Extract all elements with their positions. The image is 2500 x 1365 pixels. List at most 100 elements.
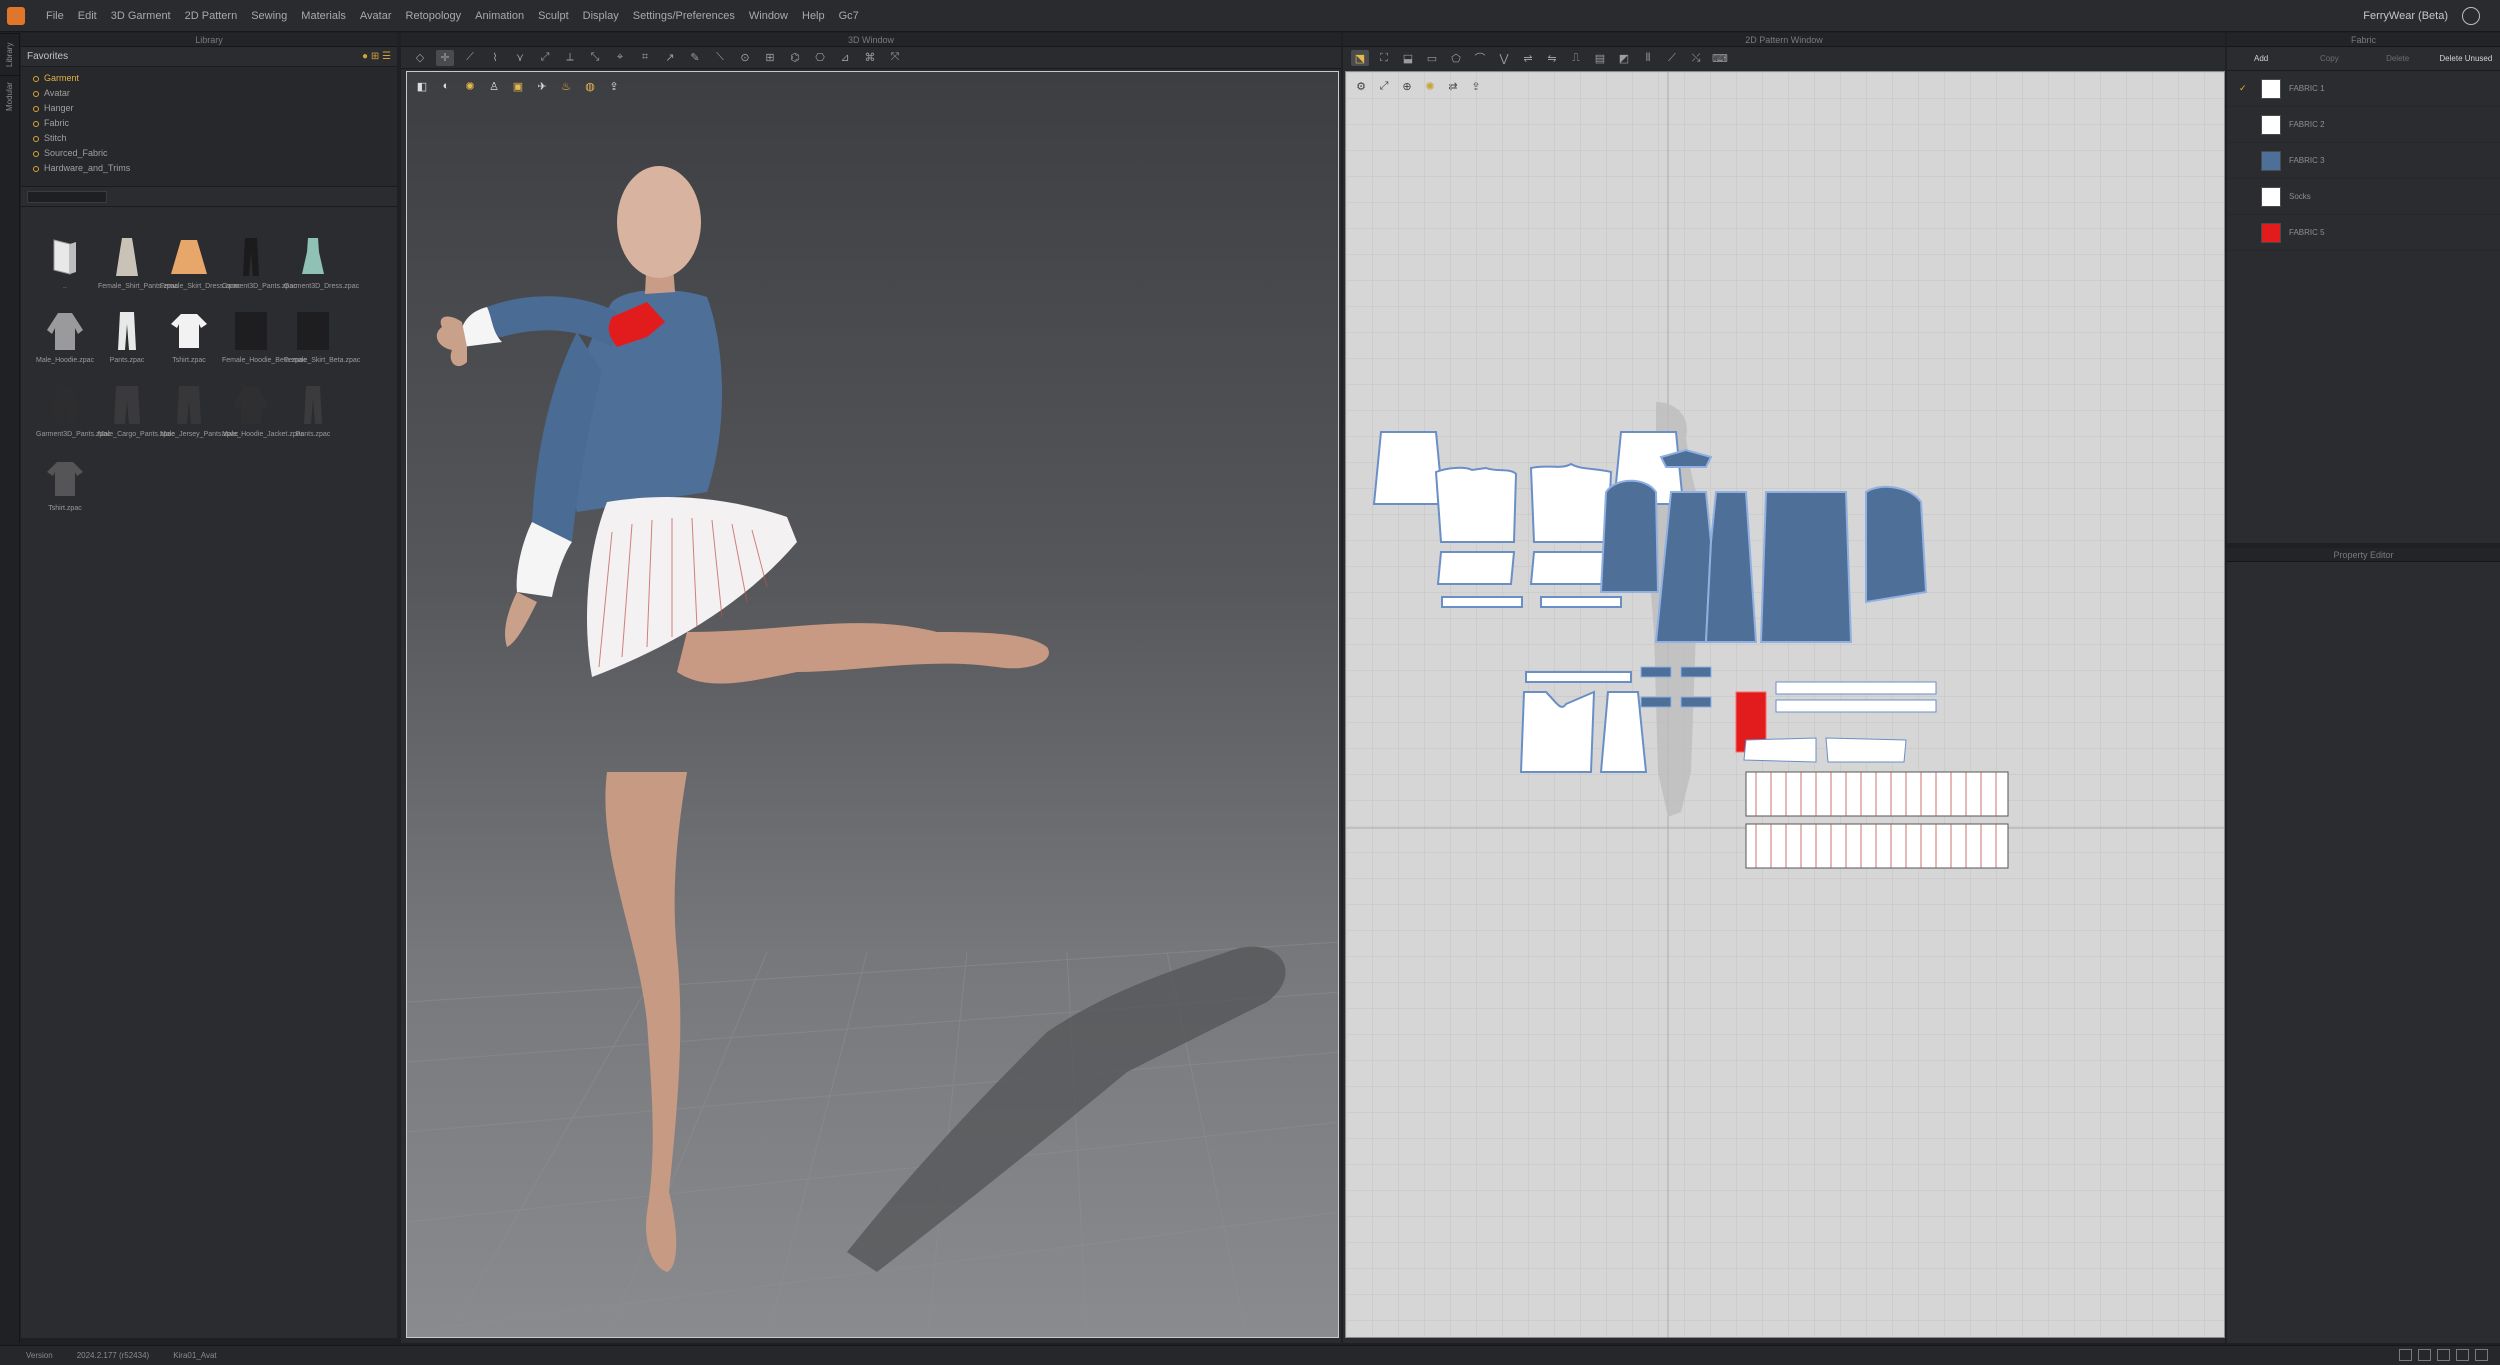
fabric-row[interactable]: FABRIC 5 (2227, 215, 2500, 251)
2d-viewport[interactable]: ⚙ ⤢ ⊕ ✺ ⇄ ⇪ (1345, 71, 2225, 1338)
2d-pleat-icon[interactable]: ⦀ (1639, 50, 1657, 66)
move-tool-icon[interactable]: ✛ (436, 49, 454, 66)
layout-icon[interactable] (2437, 1349, 2450, 1361)
library-item[interactable]: Male_Cargo_Pants.zpac (97, 383, 175, 439)
tree-item-avatar[interactable]: Avatar (33, 86, 397, 101)
2d-transform-icon[interactable]: ⬓ (1399, 50, 1417, 66)
library-item[interactable]: Pants.zpac (97, 309, 157, 365)
flatten-tool-icon[interactable]: ⋎ (511, 50, 529, 66)
menu-animation[interactable]: Animation (475, 10, 524, 22)
menu-avatar[interactable]: Avatar (360, 10, 392, 22)
menu-retopology[interactable]: Retopology (406, 10, 462, 22)
layout-icon[interactable] (2399, 1349, 2412, 1361)
layout-icon[interactable] (2475, 1349, 2488, 1361)
library-item[interactable]: Tshirt.zpac (35, 457, 95, 513)
fabric-row[interactable]: FABRIC 3 (2227, 143, 2500, 179)
menu-display[interactable]: Display (583, 10, 619, 22)
library-item[interactable]: Garment3D_Pants.zpac (221, 235, 297, 291)
select-tool-icon[interactable]: ◇ (411, 50, 429, 66)
2d-measure-icon[interactable]: ⤯ (1687, 50, 1705, 66)
library-item[interactable]: Female_Skirt_Dress.zpac (159, 235, 240, 291)
layout-icon[interactable] (2456, 1349, 2469, 1361)
library-item[interactable]: Female_Shirt_Pants.zpac (97, 235, 178, 291)
menu-window[interactable]: Window (749, 10, 788, 22)
gizmo-tool-icon[interactable]: ⤧ (886, 50, 904, 66)
2d-dart-icon[interactable]: ⋁ (1495, 50, 1513, 66)
arrange-tool-icon[interactable]: ⤢ (536, 50, 554, 66)
folder-icon (33, 120, 39, 127)
fabric-list: ✓ FABRIC 1 FABRIC 2 FABRIC 3 Socks FABRIC 5 (2227, 71, 2500, 251)
texture-tool-icon[interactable]: ⌘ (861, 50, 879, 66)
3d-viewport[interactable]: ◧ ◐ ✺ ♙ ▣ ✈ ♨ ◍ ⇪ (406, 71, 1339, 1338)
library-item[interactable]: Male_Jersey_Pants.zpac (159, 383, 238, 439)
2d-texture-icon[interactable]: ▤ (1591, 50, 1609, 66)
tree-item-fabric[interactable]: Fabric (33, 116, 397, 131)
menu-file[interactable]: File (46, 10, 64, 22)
library-search-input[interactable] (27, 191, 107, 203)
library-item[interactable]: Garment3D_Pants.zpac (35, 383, 111, 439)
hanger-tool-icon[interactable]: ⊿ (836, 50, 854, 66)
favorites-row[interactable]: Favorites ● ⊞ ☰ (21, 47, 397, 67)
tree-item-hardware[interactable]: Hardware_and_Trims (33, 161, 397, 176)
sew-tool-icon[interactable]: ⟂ (561, 50, 579, 66)
tab-modular-config[interactable]: Modular Config (0, 75, 34, 117)
library-item[interactable]: Pants.zpac (283, 383, 343, 439)
segment-tool-icon[interactable]: ⤡ (586, 50, 604, 66)
fabric-row[interactable]: Socks (2227, 179, 2500, 215)
pin-tool-icon[interactable]: ⟋ (461, 50, 479, 66)
seam-tool-icon[interactable]: ⌖ (611, 50, 629, 66)
menu-help[interactable]: Help (802, 10, 825, 22)
tack-tool-icon[interactable]: ⌗ (636, 50, 654, 66)
menu-2d-pattern[interactable]: 2D Pattern (185, 10, 238, 22)
fabric-delete-unused-button[interactable]: Delete Unused (2432, 54, 2500, 63)
2d-sewing-icon[interactable]: ⇌ (1519, 50, 1537, 66)
tab-library[interactable]: Library (0, 33, 20, 75)
library-item[interactable]: Male_Hoodie_Jacket.zpac (221, 383, 304, 439)
user-name[interactable]: FerryWear (Beta) (2363, 10, 2448, 22)
2d-edit-tool-icon[interactable]: ⛶ (1375, 50, 1393, 66)
library-item[interactable]: Garment3D_Dress.zpac (283, 235, 359, 291)
menu-settings[interactable]: Settings/Preferences (633, 10, 735, 22)
tree-item-garment[interactable]: Garment (33, 71, 397, 86)
measure-tool-icon[interactable]: ↗ (661, 50, 679, 66)
library-item[interactable]: Tshirt.zpac (159, 309, 219, 365)
zipper-tool-icon[interactable]: ⊞ (761, 50, 779, 66)
library-item[interactable]: Female_Skirt_Beta.zpac (283, 309, 360, 365)
library-search[interactable] (21, 187, 397, 207)
library-item[interactable]: Female_Hoodie_Beta.zpac (221, 309, 306, 365)
fabric-add-button[interactable]: Add (2227, 54, 2295, 63)
2d-select-tool-icon[interactable]: ⬔ (1351, 50, 1369, 66)
2d-free-sewing-icon[interactable]: ⇋ (1543, 50, 1561, 66)
trim-tool-icon[interactable]: ⌬ (786, 50, 804, 66)
tree-item-stitch[interactable]: Stitch (33, 131, 397, 146)
menu-gc7[interactable]: Gc7 (839, 10, 859, 22)
2d-annotation-icon[interactable]: ⌨ (1711, 50, 1729, 66)
menu-3d-garment[interactable]: 3D Garment (111, 10, 171, 22)
fabric-copy-button[interactable]: Copy (2295, 54, 2363, 63)
pen-tool-icon[interactable]: ✎ (686, 50, 704, 66)
menu-edit[interactable]: Edit (78, 10, 97, 22)
menu-sewing[interactable]: Sewing (251, 10, 287, 22)
avatar-tool-icon[interactable]: ⎔ (811, 50, 829, 66)
2d-fold-icon[interactable]: ⎍ (1567, 50, 1585, 66)
library-item[interactable]: Male_Hoodie.zpac (35, 309, 95, 365)
favorites-options-icon[interactable]: ● ⊞ ☰ (362, 47, 391, 66)
2d-stitch-icon[interactable]: ⟋ (1663, 50, 1681, 66)
fabric-row[interactable]: ✓ FABRIC 1 (2227, 71, 2500, 107)
tree-item-hanger[interactable]: Hanger (33, 101, 397, 116)
fabric-row[interactable]: FABRIC 2 (2227, 107, 2500, 143)
library-item[interactable]: .. (35, 235, 95, 291)
avatar-icon[interactable] (2462, 7, 2480, 25)
menu-materials[interactable]: Materials (301, 10, 346, 22)
button-tool-icon[interactable]: ⊙ (736, 50, 754, 66)
2d-curve-icon[interactable]: ⌒ (1471, 50, 1489, 66)
menu-sculpt[interactable]: Sculpt (538, 10, 569, 22)
fabric-delete-button[interactable]: Delete (2364, 54, 2432, 63)
fold-tool-icon[interactable]: ⌇ (486, 50, 504, 66)
2d-rectangle-icon[interactable]: ▭ (1423, 50, 1441, 66)
2d-graphic-icon[interactable]: ◩ (1615, 50, 1633, 66)
tree-item-sourced-fabric[interactable]: Sourced_Fabric (33, 146, 397, 161)
2d-polygon-icon[interactable]: ⬠ (1447, 50, 1465, 66)
line-tool-icon[interactable]: ⟍ (711, 50, 729, 66)
layout-icon[interactable] (2418, 1349, 2431, 1361)
